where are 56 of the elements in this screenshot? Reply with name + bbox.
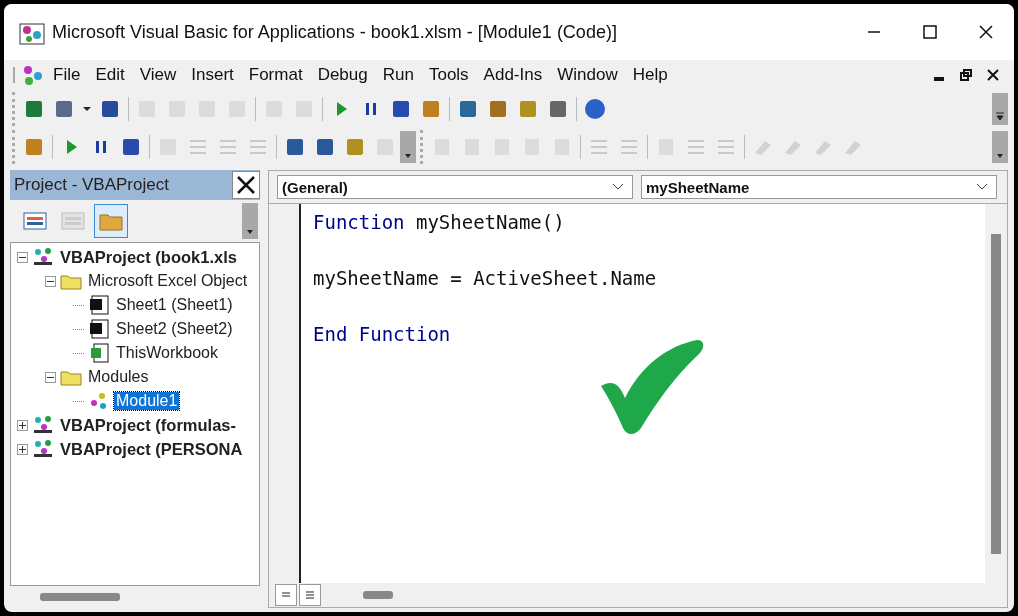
project-icon [32, 439, 54, 459]
maximize-icon [923, 25, 937, 39]
code-line: mySheetName = ActiveSheet.Name [313, 267, 657, 289]
folder-icon [99, 211, 123, 231]
full-module-view-button[interactable] [299, 584, 321, 606]
project-icon [32, 415, 54, 435]
expander-icon[interactable] [17, 419, 28, 431]
procedure-dropdown[interactable]: mySheetName [641, 175, 997, 199]
tree-item[interactable]: Sheet2 (Sheet2) [114, 320, 235, 338]
menu-item[interactable]: Insert [184, 63, 241, 87]
tree-item[interactable]: VBAProject (PERSONA [58, 439, 245, 459]
menu-item[interactable]: Help [625, 63, 675, 87]
object-dropdown[interactable]: (General) [277, 175, 633, 199]
code-line: End Function [313, 323, 451, 345]
sheet-icon [88, 319, 110, 339]
menu-item[interactable]: Add-Ins [476, 63, 550, 87]
menu-item[interactable]: File [46, 63, 88, 87]
toggle-folders-button[interactable] [94, 204, 128, 238]
close-icon [979, 25, 993, 39]
lines-icon [280, 590, 292, 600]
close-icon [987, 69, 999, 81]
module-icon [21, 64, 45, 86]
minimize-icon [934, 77, 944, 81]
expander-icon[interactable] [17, 251, 28, 263]
menu-item[interactable]: Run [375, 63, 421, 87]
tree-item[interactable]: Module1 [114, 392, 180, 410]
expander-icon[interactable] [45, 275, 56, 287]
grip-icon [12, 65, 16, 85]
expander-icon[interactable] [17, 443, 28, 455]
tree-item[interactable]: Sheet1 (Sheet1) [114, 296, 235, 314]
menu-item[interactable]: Tools [421, 63, 476, 87]
pane-title: Project - VBAProject [14, 175, 170, 195]
window-title: Microsoft Visual Basic for Applications - book1.xlsm - [Module1 (Code)] [52, 21, 618, 43]
restore-icon [960, 69, 972, 81]
lines-icon [304, 590, 316, 600]
menu-item[interactable]: Window [550, 63, 625, 87]
tree-item[interactable]: ThisWorkbook [114, 344, 220, 362]
toolbar-options-icon[interactable] [992, 131, 1008, 163]
sheet-icon [88, 295, 110, 315]
menu-item[interactable]: View [132, 63, 184, 87]
tree-item[interactable]: VBAProject (formulas- [58, 415, 239, 435]
menu-item[interactable]: Debug [310, 63, 375, 87]
tree-item[interactable]: Microsoft Excel Object [86, 272, 250, 290]
workbook-icon [88, 343, 110, 363]
vertical-scrollbar[interactable] [985, 204, 1007, 583]
tree-item[interactable]: Modules [86, 368, 151, 386]
close-button[interactable] [232, 171, 260, 199]
code-line: Function mySheetName() [313, 211, 565, 233]
toolbar-options-icon[interactable] [992, 93, 1008, 125]
project-icon [32, 247, 54, 267]
menu-item[interactable]: Edit [88, 63, 132, 87]
procedure-view-button[interactable] [275, 584, 297, 606]
menu-item[interactable]: Format [241, 63, 310, 87]
tree-item[interactable]: VBAProject (book1.xls [58, 247, 239, 267]
expander-icon[interactable] [45, 371, 56, 383]
toolbar-options-icon[interactable] [400, 131, 416, 163]
